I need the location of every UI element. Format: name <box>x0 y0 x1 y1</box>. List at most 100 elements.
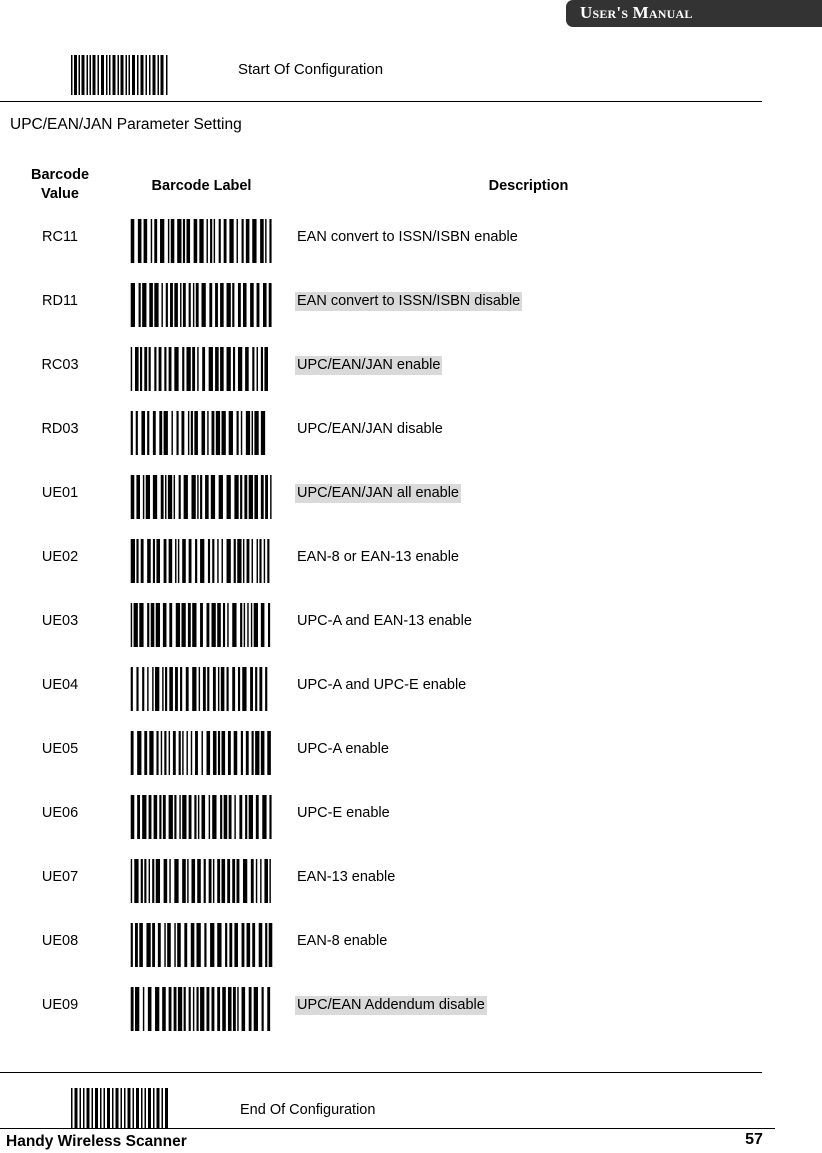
barcode-icon <box>70 55 170 95</box>
start-of-configuration-barcode <box>70 55 170 95</box>
barcode-icon <box>130 731 273 775</box>
cell-barcode-label <box>130 987 273 1031</box>
barcode-icon <box>130 795 273 839</box>
table-row: UE05 UPC-A enable <box>0 724 822 788</box>
barcode-icon <box>130 859 273 903</box>
barcode-icon <box>130 411 273 455</box>
table-row: UE03 UPC-A and EAN-13 enable <box>0 596 822 660</box>
description-text: UPC-E enable <box>297 805 390 821</box>
cell-description: EAN-13 enable <box>295 869 397 885</box>
start-of-configuration-caption: Start Of Configuration <box>238 61 384 78</box>
description-text: UPC/EAN/JAN all enable <box>295 484 461 503</box>
barcode-icon <box>130 603 273 647</box>
description-text: EAN-8 or EAN-13 enable <box>297 549 459 565</box>
end-of-configuration-barcode <box>70 1088 170 1128</box>
description-text: UPC/EAN/JAN enable <box>295 356 443 375</box>
cell-description: UPC/EAN Addendum disable <box>295 996 487 1015</box>
table-body: RC11 EAN convert to ISSN/ISBN enable RD11 E… <box>0 212 822 1044</box>
description-text: UPC-A and UPC-E enable <box>297 677 467 693</box>
table-row: UE07 EAN-13 enable <box>0 852 822 916</box>
table-row: UE02 EAN-8 or EAN-13 enable <box>0 532 822 596</box>
cell-description: EAN-8 enable <box>295 933 389 949</box>
cell-description: UPC-E enable <box>295 805 392 821</box>
description-text: UPC-A enable <box>297 741 389 757</box>
barcode-icon <box>130 987 273 1031</box>
barcode-icon <box>130 923 273 967</box>
cell-barcode-value: UE07 <box>41 869 79 885</box>
cell-barcode-label <box>130 795 273 839</box>
footer-page-number: 57 <box>745 1131 763 1148</box>
cell-barcode-label <box>130 859 273 903</box>
cell-barcode-label <box>130 411 273 455</box>
table-row: RC03 UPC/EAN/JAN enable <box>0 340 822 404</box>
cell-barcode-value: UE06 <box>41 805 79 821</box>
column-header-barcode-label: Barcode Label <box>151 178 252 194</box>
description-text: EAN-8 enable <box>297 933 388 949</box>
table-row: UE08 EAN-8 enable <box>0 916 822 980</box>
page-footer-divider <box>0 1128 775 1129</box>
end-of-configuration-caption: End Of Configuration <box>240 1102 376 1118</box>
description-text: UPC/EAN/JAN disable <box>297 421 443 437</box>
cell-barcode-value: RD03 <box>41 421 79 437</box>
table-row: RD11 EAN convert to ISSN/ISBN disable <box>0 276 822 340</box>
cell-barcode-label <box>130 603 273 647</box>
cell-barcode-label <box>130 923 273 967</box>
cell-description: UPC-A and EAN-13 enable <box>295 613 474 629</box>
footer-product-name: Handy Wireless Scanner <box>6 1133 187 1150</box>
table-row: RC11 EAN convert to ISSN/ISBN enable <box>0 212 822 276</box>
barcode-icon <box>130 539 273 583</box>
barcode-icon <box>70 1088 170 1128</box>
cell-barcode-value: UE04 <box>41 677 79 693</box>
cell-barcode-value: UE05 <box>41 741 79 757</box>
description-text: EAN convert to ISSN/ISBN disable <box>295 292 523 311</box>
cell-barcode-value: UE02 <box>41 549 79 565</box>
table-row: RD03 UPC/EAN/JAN disable <box>0 404 822 468</box>
parameter-table: Barcode Value Barcode Label Description … <box>0 164 822 1044</box>
barcode-icon <box>130 667 273 711</box>
cell-barcode-value: RC03 <box>41 357 79 373</box>
column-header-barcode-value-line1: Barcode <box>30 167 90 183</box>
table-row: UE06 UPC-E enable <box>0 788 822 852</box>
cell-barcode-label <box>130 667 273 711</box>
table-header-row: Barcode Value Barcode Label Description <box>0 164 822 212</box>
description-text: EAN-13 enable <box>297 869 396 885</box>
cell-barcode-label <box>130 219 273 263</box>
header-divider <box>0 101 762 102</box>
cell-description: UPC/EAN/JAN disable <box>295 421 445 437</box>
cell-description: UPC/EAN/JAN all enable <box>295 484 461 503</box>
description-text: UPC-A and EAN-13 enable <box>297 613 472 629</box>
cell-barcode-label <box>130 539 273 583</box>
barcode-icon <box>130 219 273 263</box>
cell-barcode-label <box>130 347 273 391</box>
cell-barcode-value: UE09 <box>41 997 79 1013</box>
column-header-description: Description <box>488 178 569 194</box>
description-text: UPC/EAN Addendum disable <box>295 996 487 1015</box>
manual-header-title: User's Manual <box>580 3 693 22</box>
cell-barcode-value: RD11 <box>42 293 78 309</box>
cell-description: UPC-A enable <box>295 741 391 757</box>
column-header-barcode-value-line2: Value <box>41 186 79 202</box>
cell-barcode-value: UE01 <box>41 485 79 501</box>
manual-header-bar: User's Manual <box>566 0 822 27</box>
cell-barcode-label <box>130 283 273 327</box>
start-of-configuration-block: Start Of Configuration <box>0 50 762 100</box>
column-header-barcode-value: Barcode Value <box>18 166 102 204</box>
barcode-icon <box>130 475 273 519</box>
cell-barcode-label <box>130 731 273 775</box>
table-row: UE01 UPC/EAN/JAN all enable <box>0 468 822 532</box>
cell-description: UPC-A and UPC-E enable <box>295 677 468 693</box>
table-row: UE04 UPC-A and UPC-E enable <box>0 660 822 724</box>
cell-description: UPC/EAN/JAN enable <box>295 356 443 375</box>
end-of-configuration-block: End Of Configuration <box>0 1085 762 1131</box>
barcode-icon <box>130 347 273 391</box>
cell-barcode-value: UE08 <box>41 933 79 949</box>
description-text: EAN convert to ISSN/ISBN enable <box>297 229 518 245</box>
cell-description: EAN-8 or EAN-13 enable <box>295 549 461 565</box>
cell-description: EAN convert to ISSN/ISBN enable <box>295 229 520 245</box>
section-title: UPC/EAN/JAN Parameter Setting <box>10 116 242 133</box>
cell-barcode-value: UE03 <box>41 613 79 629</box>
cell-barcode-value: RC11 <box>42 229 78 245</box>
table-row: UE09 UPC/EAN Addendum disable <box>0 980 822 1044</box>
cell-barcode-label <box>130 475 273 519</box>
barcode-icon <box>130 283 273 327</box>
